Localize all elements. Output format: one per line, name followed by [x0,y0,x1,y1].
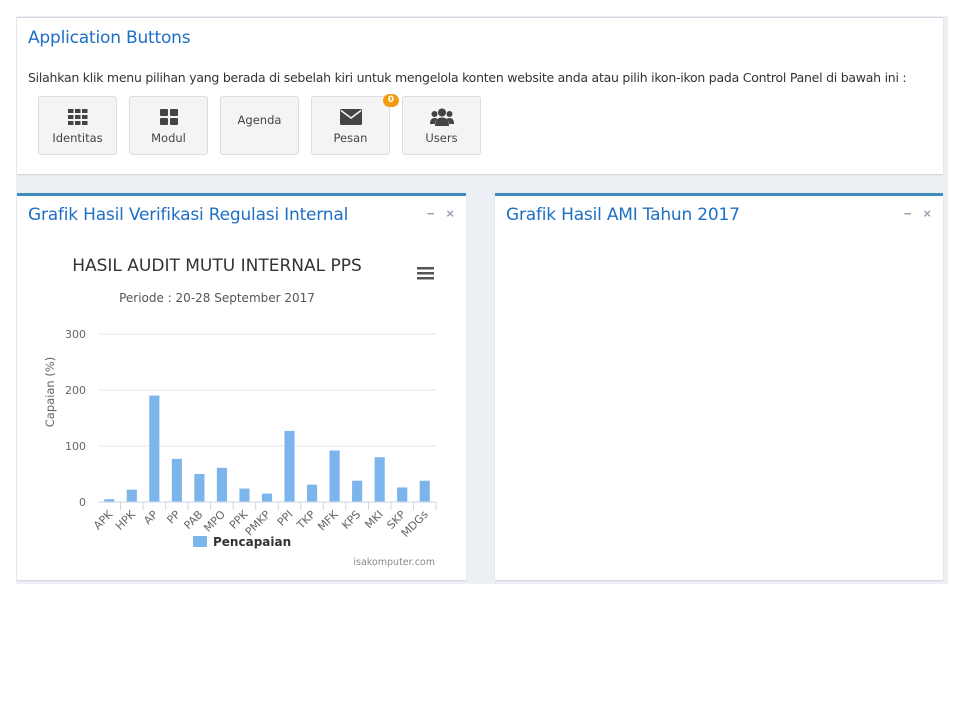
pesan-label: Pesan [333,130,368,145]
envelope-icon [339,107,362,127]
x-tick-label: APK [91,507,116,532]
bar-pp[interactable] [171,458,182,502]
bar-mki[interactable] [374,457,385,502]
chart-subtitle: Periode : 20-28 September 2017 [119,291,315,305]
box-tools: − × [427,206,454,221]
chart-legend[interactable]: Pencapaian [193,535,291,549]
bar-chart: HASIL AUDIT MUTU INTERNAL PPS Periode : … [43,256,437,568]
x-tick-label: PAB [181,508,205,532]
bar-ppk[interactable] [239,488,250,502]
x-tick-label: PPI [275,508,296,529]
y-tick-label: 200 [65,384,86,397]
app-buttons-row: Identitas Modul Agenda 0 Pesan Users [38,94,481,155]
box-title: Grafik Hasil Verifikasi Regulasi Interna… [28,205,349,225]
agenda-button[interactable]: Agenda [220,96,299,155]
chart-credits[interactable]: isakomputer.com [353,557,435,568]
close-icon[interactable]: × [446,206,454,221]
minimize-icon[interactable]: − [427,206,435,221]
minimize-icon[interactable]: − [904,206,912,221]
agenda-label: Agenda [237,113,282,127]
ami-chart-box: Grafik Hasil AMI Tahun 2017 − × [495,193,943,580]
bar-hpk[interactable] [126,489,137,502]
box-title: Application Buttons [28,28,191,48]
bar-kps[interactable] [352,480,363,502]
th-large-icon [159,107,178,127]
box-title: Grafik Hasil AMI Tahun 2017 [506,205,740,225]
x-tick-label: MFK [315,507,341,533]
users-icon [429,107,454,127]
x-tick-label: MKI [362,508,385,531]
y-tick-label: 100 [65,440,86,453]
application-buttons-box: Application Buttons Silahkan klik menu p… [17,17,943,174]
x-tick-label: PP [164,508,183,527]
bar-ppi[interactable] [284,430,295,502]
bar-mfk[interactable] [329,450,340,502]
message-count-badge: 0 [382,94,399,107]
box-tools: − × [904,206,931,221]
chart-title: HASIL AUDIT MUTU INTERNAL PPS [72,256,362,276]
y-axis-label: Capaian (%) [43,357,57,428]
chart-menu-icon[interactable] [417,267,434,280]
users-button[interactable]: Users [402,96,481,155]
x-tick-label: HPK [113,507,138,532]
pesan-button[interactable]: 0 Pesan [311,94,399,155]
x-tick-label: TKP [294,508,319,533]
bar-pab[interactable] [194,474,205,502]
y-tick-label: 0 [79,496,86,509]
modul-label: Modul [151,130,186,145]
identitas-label: Identitas [52,130,103,145]
bar-ap[interactable] [149,395,160,502]
users-label: Users [425,130,458,145]
bar-pmkp[interactable] [261,493,273,502]
intro-text: Silahkan klik menu pilihan yang berada d… [28,70,907,85]
bar-mdgs[interactable] [419,480,430,502]
verifikasi-chart-box: Grafik Hasil Verifikasi Regulasi Interna… [17,193,466,580]
grid-icon [67,107,88,127]
close-icon[interactable]: × [923,206,931,221]
chart-container: HASIL AUDIT MUTU INTERNAL PPS Periode : … [17,240,466,585]
legend-label: Pencapaian [213,535,291,549]
x-tick-label: MPO [201,508,228,535]
y-tick-label: 300 [65,328,86,341]
legend-swatch [193,536,207,547]
bar-tkp[interactable] [306,484,318,502]
modul-button[interactable]: Modul [129,96,208,155]
x-tick-label: AP [141,508,160,527]
x-tick-label: KPS [339,508,363,532]
bar-mpo[interactable] [216,467,228,502]
x-tick-label: PMKP [243,508,274,539]
bar-skp[interactable] [397,487,408,502]
identitas-button[interactable]: Identitas [38,96,117,155]
content-wrapper: Application Buttons Silahkan klik menu p… [16,16,948,584]
